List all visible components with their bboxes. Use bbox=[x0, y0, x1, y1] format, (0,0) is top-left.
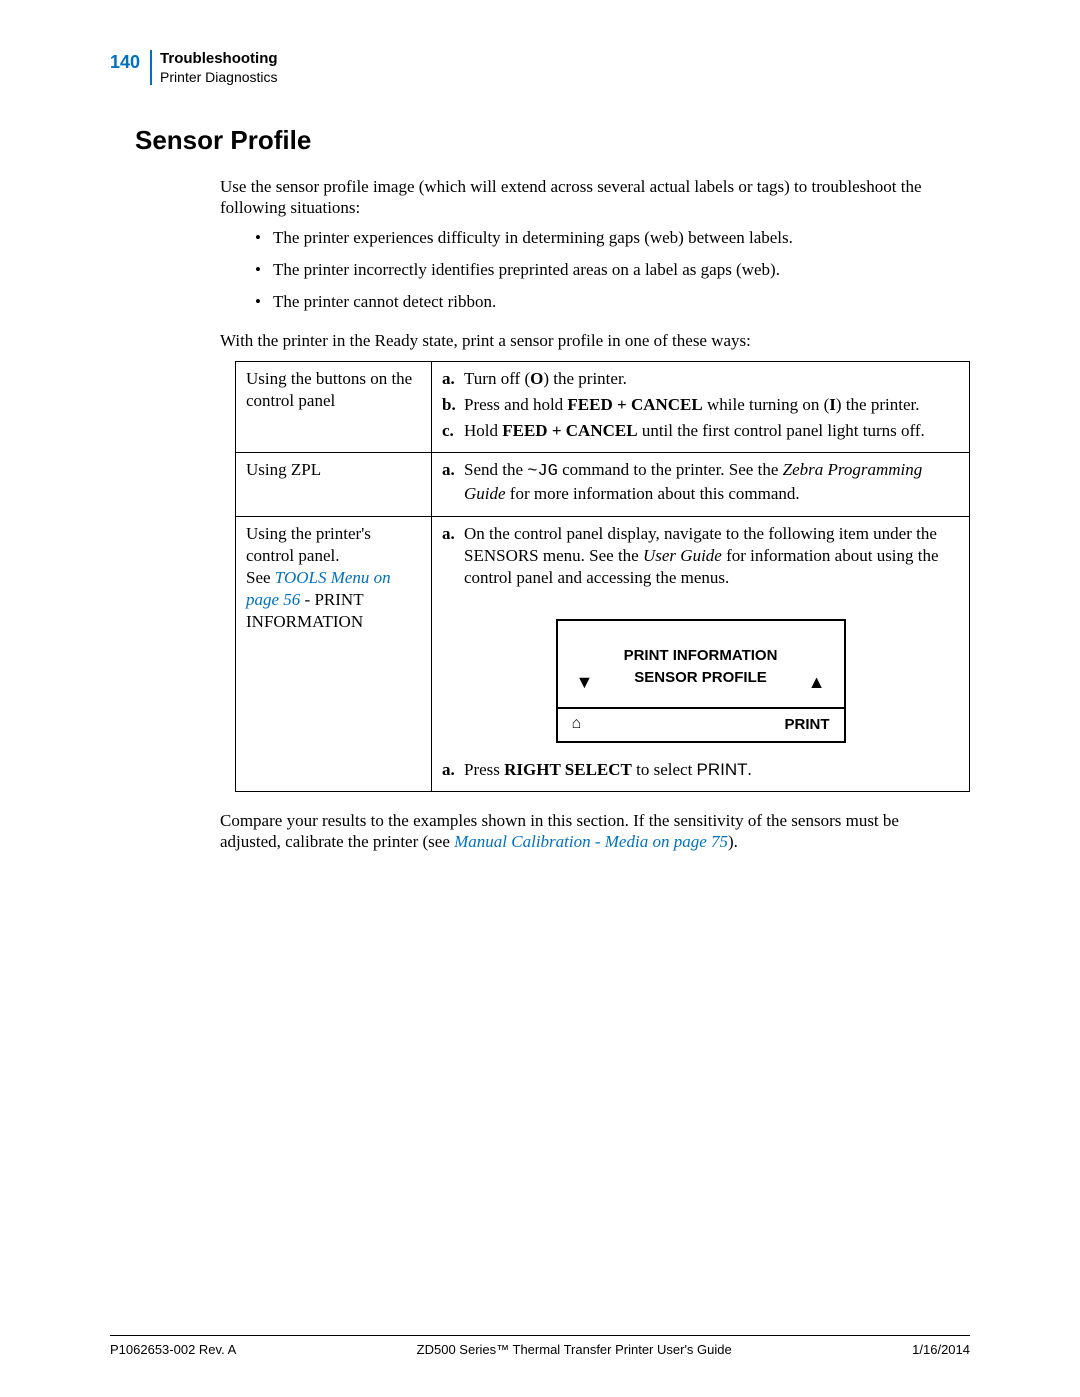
intro-paragraph: Use the sensor profile image (which will… bbox=[220, 176, 960, 219]
step-text: to select bbox=[632, 760, 697, 779]
step: a. Turn off (O) the printer. bbox=[442, 368, 959, 390]
step-marker: b. bbox=[442, 394, 456, 416]
list-item: The printer cannot detect ribbon. bbox=[255, 291, 970, 313]
list-item: The printer experiences difficulty in de… bbox=[255, 227, 970, 249]
page-title: Sensor Profile bbox=[135, 125, 970, 156]
ui-text: PRINT bbox=[697, 760, 748, 779]
step-marker: a. bbox=[442, 759, 455, 781]
cross-reference-link[interactable]: on page 75 bbox=[648, 832, 728, 851]
footer-right: 1/16/2014 bbox=[912, 1342, 970, 1357]
header-section: Troubleshooting bbox=[160, 50, 278, 67]
table-row: Using the buttons on the control panel a… bbox=[236, 362, 970, 453]
table-row: Using ZPL a. Send the ~JG command to the… bbox=[236, 453, 970, 516]
method-label: Using the printer's control panel. See T… bbox=[236, 516, 432, 791]
step: c. Hold FEED + CANCEL until the first co… bbox=[442, 420, 959, 442]
label-text: Using the printer's control panel. bbox=[246, 524, 371, 565]
outro-paragraph: Compare your results to the examples sho… bbox=[220, 810, 960, 853]
cross-reference-link[interactable]: Manual Calibration - Media bbox=[454, 832, 648, 851]
outro-text: ). bbox=[728, 832, 738, 851]
step-text: command to the printer. See the bbox=[558, 460, 783, 479]
lcd-line1: PRINT INFORMATION bbox=[558, 646, 844, 666]
method-steps: a. On the control panel display, navigat… bbox=[432, 516, 970, 791]
step-text: Send the bbox=[464, 460, 527, 479]
instructions-table: Using the buttons on the control panel a… bbox=[235, 361, 970, 792]
home-icon: ⌂ bbox=[572, 714, 582, 735]
step-text: until the first control panel light turn… bbox=[638, 421, 925, 440]
cross-reference-link[interactable]: TOOLS Menu bbox=[275, 568, 370, 587]
lcd-panel: PRINT INFORMATION SENSOR PROFILE ▼ ▲ ⌂ P… bbox=[556, 619, 846, 743]
step-marker: c. bbox=[442, 420, 454, 442]
bold-text: I bbox=[829, 395, 836, 414]
step-marker: a. bbox=[442, 368, 455, 390]
method-label: Using ZPL bbox=[236, 453, 432, 516]
method-steps: a. Send the ~JG command to the printer. … bbox=[432, 453, 970, 516]
list-item: The printer incorrectly identifies prepr… bbox=[255, 259, 970, 281]
step: a. Send the ~JG command to the printer. … bbox=[442, 459, 959, 505]
bold-text: FEED + CANCEL bbox=[502, 421, 637, 440]
step-text: Turn off ( bbox=[464, 369, 530, 388]
bold-text: RIGHT SELECT bbox=[504, 760, 632, 779]
step-text: while turning on ( bbox=[703, 395, 830, 414]
page-number: 140 bbox=[110, 50, 152, 85]
step-marker: a. bbox=[442, 459, 455, 481]
step-text: Press bbox=[464, 760, 504, 779]
step-marker: a. bbox=[442, 523, 455, 545]
step: a. Press RIGHT SELECT to select PRINT. bbox=[442, 759, 959, 781]
lcd-screen: PRINT INFORMATION SENSOR PROFILE ▼ ▲ bbox=[556, 619, 846, 709]
down-arrow-icon: ▼ bbox=[576, 671, 594, 694]
step-text: . bbox=[748, 760, 752, 779]
bold-text: O bbox=[530, 369, 543, 388]
page-footer: P1062653-002 Rev. A ZD500 Series™ Therma… bbox=[110, 1335, 970, 1357]
step-text: Press and hold bbox=[464, 395, 567, 414]
footer-left: P1062653-002 Rev. A bbox=[110, 1342, 236, 1357]
step: b. Press and hold FEED + CANCEL while tu… bbox=[442, 394, 959, 416]
step-text: ) the printer. bbox=[836, 395, 920, 414]
lcd-softkeys: ⌂ PRINT bbox=[556, 709, 846, 743]
situation-list: The printer experiences difficulty in de… bbox=[110, 227, 970, 313]
softkey-print-label: PRINT bbox=[785, 715, 830, 735]
header-subsection: Printer Diagnostics bbox=[160, 69, 278, 85]
footer-center: ZD500 Series™ Thermal Transfer Printer U… bbox=[236, 1342, 912, 1357]
lcd-line2: SENSOR PROFILE bbox=[558, 668, 844, 688]
command-text: ~JG bbox=[527, 462, 558, 481]
bold-text: FEED + CANCEL bbox=[567, 395, 702, 414]
step-text: for more information about this command. bbox=[506, 484, 800, 503]
lead-in-paragraph: With the printer in the Ready state, pri… bbox=[220, 330, 960, 351]
method-steps: a. Turn off (O) the printer. b. Press an… bbox=[432, 362, 970, 453]
step-text: ) the printer. bbox=[543, 369, 627, 388]
label-text: See bbox=[246, 568, 275, 587]
step: a. On the control panel display, navigat… bbox=[442, 523, 959, 589]
up-arrow-icon: ▲ bbox=[808, 671, 826, 694]
italic-text: User Guide bbox=[643, 546, 722, 565]
page-header: 140 Troubleshooting Printer Diagnostics bbox=[110, 50, 970, 85]
table-row: Using the printer's control panel. See T… bbox=[236, 516, 970, 791]
step-text: Hold bbox=[464, 421, 502, 440]
method-label: Using the buttons on the control panel bbox=[236, 362, 432, 453]
